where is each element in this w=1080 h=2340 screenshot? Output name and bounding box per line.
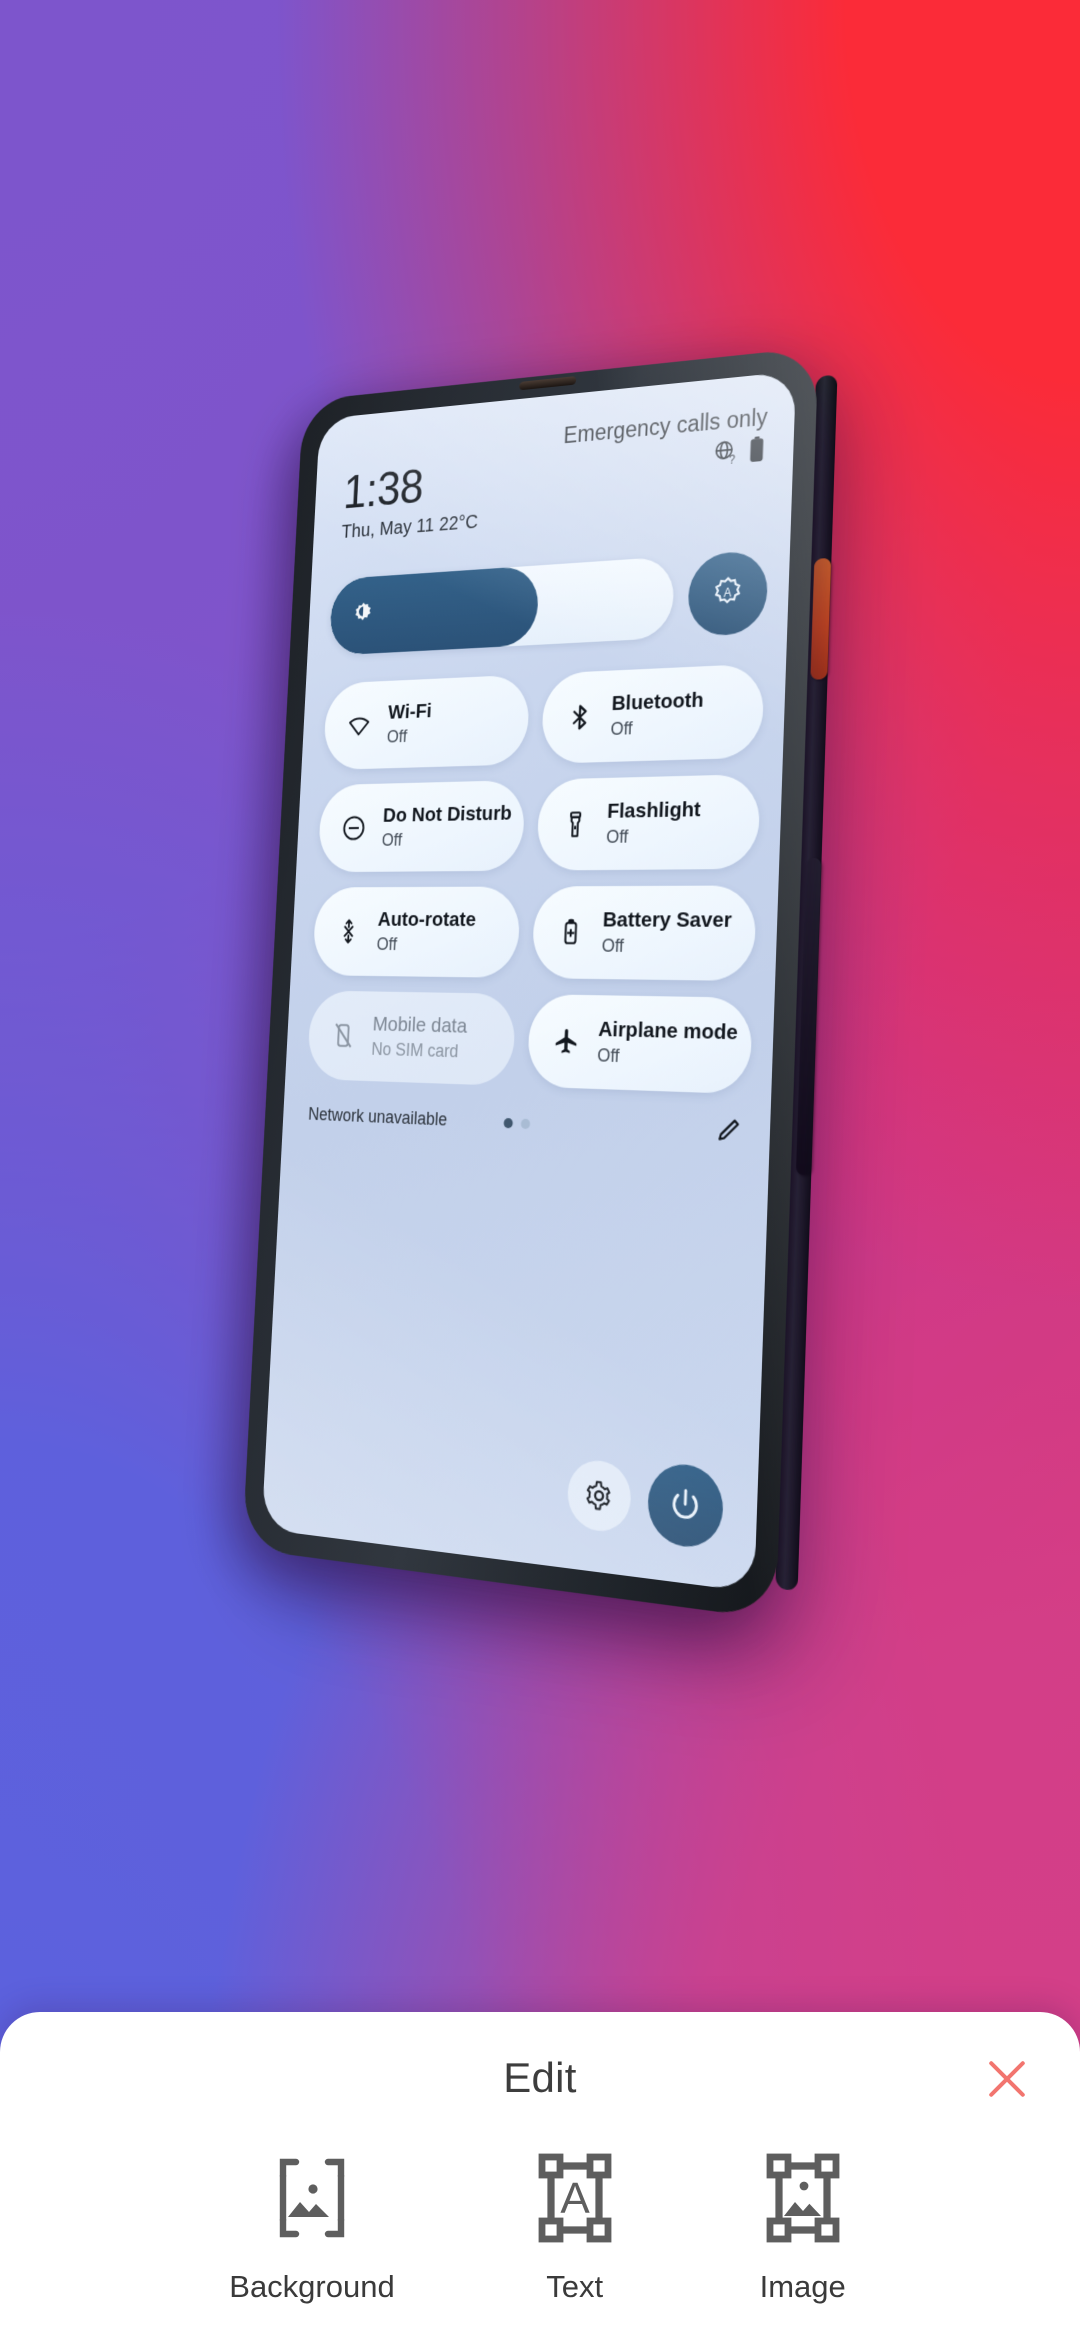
edit-action-image[interactable]: Image [755, 2150, 851, 2305]
globe-question-icon: ? [713, 438, 739, 471]
screenshot-canvas: Emergency calls only ? 1:38 Thu, May 11 … [0, 0, 1080, 2340]
svg-text:A: A [723, 587, 732, 600]
edit-action-background[interactable]: Background [229, 2150, 395, 2305]
close-icon[interactable] [978, 2050, 1036, 2108]
page-indicator-dots [503, 1117, 531, 1129]
tile-status: No SIM card [371, 1039, 459, 1062]
phone-device: Emergency calls only ? 1:38 Thu, May 11 … [242, 346, 838, 1620]
edit-action-label: Text [546, 2269, 604, 2304]
tile-auto-rotate[interactable]: Auto-rotate Off [312, 886, 522, 978]
clock-block: 1:38 Thu, May 11 22°C [341, 457, 481, 543]
tile-status: Off [605, 826, 629, 847]
page-dot[interactable] [520, 1118, 531, 1129]
tile-flashlight[interactable]: Flashlight Off [536, 773, 761, 871]
wifi-icon [344, 711, 374, 740]
tile-mobile-data[interactable]: Mobile data No SIM card [306, 990, 517, 1087]
brightness-slider[interactable] [328, 556, 675, 656]
quick-settings-grid: Wi-Fi Off Bluetooth Off Do Not Disturb O… [306, 663, 765, 1095]
do-not-disturb-icon [339, 814, 369, 843]
background-icon [264, 2150, 360, 2251]
auto-rotate-icon [334, 917, 364, 946]
bluetooth-icon [564, 702, 596, 733]
tile-title: Bluetooth [611, 688, 705, 716]
edit-action-text[interactable]: A Text [527, 2150, 623, 2305]
svg-text:?: ? [729, 454, 736, 466]
tile-airplane-mode[interactable]: Airplane mode Off [526, 994, 753, 1095]
edit-sheet-title: Edit [503, 2054, 577, 2101]
tile-bluetooth[interactable]: Bluetooth Off [540, 663, 765, 764]
tile-status: Off [376, 934, 398, 954]
tile-status: Off [601, 935, 625, 956]
status-bar-icons: ? [713, 436, 765, 471]
tile-status: Off [381, 830, 403, 850]
tile-title: Battery Saver [602, 908, 733, 933]
tile-battery-saver[interactable]: Battery Saver Off [531, 885, 757, 982]
svg-text:A: A [560, 2174, 590, 2223]
power-icon[interactable] [646, 1460, 725, 1552]
tile-title: Mobile data [372, 1012, 468, 1038]
edit-bottom-sheet: Edit Background A Text Image [0, 2012, 1080, 2340]
tile-title: Airplane mode [597, 1017, 739, 1045]
screen-bottom-bar [566, 1452, 725, 1552]
tile-title: Flashlight [606, 797, 702, 823]
tile-status: Off [610, 718, 633, 739]
flashlight-icon [559, 809, 591, 839]
airplane-icon [550, 1026, 583, 1057]
text-icon: A [527, 2150, 623, 2251]
tile-do-not-disturb[interactable]: Do Not Disturb Off [317, 779, 526, 873]
brightness-icon [351, 600, 374, 630]
tile-status: Off [386, 726, 408, 747]
carrier-label: Emergency calls only [563, 403, 769, 449]
tile-title: Auto-rotate [377, 908, 477, 931]
clock-time: 1:38 [342, 459, 425, 519]
mobile-data-off-icon [328, 1021, 358, 1051]
page-dot-active[interactable] [503, 1117, 514, 1128]
brightness-row: A [328, 549, 769, 656]
tile-title: Wi-Fi [387, 699, 433, 724]
battery-saver-icon [555, 917, 587, 947]
edit-action-label: Background [229, 2269, 395, 2304]
image-icon [755, 2150, 851, 2251]
tile-status: Off [596, 1045, 620, 1067]
edit-action-label: Image [759, 2269, 846, 2304]
tile-title: Do Not Disturb [382, 801, 513, 827]
edit-actions-row: Background A Text Image [0, 2150, 1080, 2305]
gear-icon[interactable] [566, 1457, 633, 1535]
tile-wifi[interactable]: Wi-Fi Off [322, 674, 531, 771]
phone-mockup-scene: Emergency calls only ? 1:38 Thu, May 11 … [0, 0, 1080, 2010]
network-status-label: Network unavailable [307, 1104, 448, 1130]
quick-settings-footer: Network unavailable [307, 1097, 744, 1151]
